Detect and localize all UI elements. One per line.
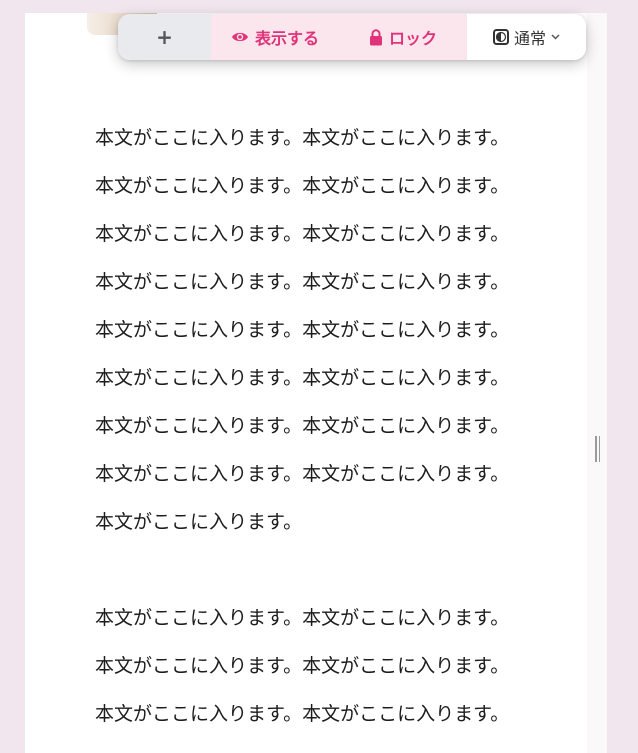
- lock-button[interactable]: ロック: [339, 14, 467, 60]
- grip-line: [595, 436, 597, 462]
- editor-canvas: 本文がここに入ります。本文がここに入ります。 本文がここに入ります。本文がここに…: [25, 13, 587, 753]
- text-line: 本文がここに入ります。本文がここに入ります。: [95, 319, 510, 341]
- lock-icon: [369, 28, 383, 46]
- text-line: 本文がここに入ります。本文がここに入ります。: [95, 463, 510, 485]
- add-button[interactable]: +: [118, 14, 211, 60]
- text-line: 本文がここに入ります。本文がここに入ります。: [95, 223, 510, 245]
- lock-label: ロック: [388, 29, 437, 48]
- chevron-down-icon: [551, 34, 560, 40]
- text-line: 本文がここに入ります。本文がここに入ります。: [95, 607, 510, 629]
- show-label: 表示する: [254, 29, 319, 48]
- floating-toolbar: + 表示する ロック 通常: [118, 14, 586, 60]
- text-content[interactable]: 本文がここに入ります。本文がここに入ります。 本文がここに入ります。本文がここに…: [95, 114, 587, 753]
- contrast-icon: [492, 29, 509, 45]
- paragraph[interactable]: 本文がここに入ります。本文がここに入ります。 本文がここに入ります。本文がここに…: [95, 594, 587, 738]
- show-button[interactable]: 表示する: [211, 14, 339, 60]
- add-label: +: [156, 25, 173, 49]
- grip-line: [598, 436, 600, 462]
- eye-icon: [231, 30, 249, 44]
- text-line: 本文がここに入ります。本文がここに入ります。: [95, 175, 510, 197]
- resize-handle[interactable]: [595, 436, 600, 462]
- text-line: 本文がここに入ります。: [95, 511, 303, 533]
- side-panel-edge: [587, 13, 607, 753]
- text-line: 本文がここに入ります。本文がここに入ります。: [95, 127, 510, 149]
- blend-mode-dropdown[interactable]: 通常: [467, 14, 586, 60]
- text-line: 本文がここに入ります。本文がここに入ります。: [95, 415, 510, 437]
- text-line: 本文がここに入ります。本文がここに入ります。: [95, 271, 510, 293]
- mode-label: 通常: [513, 29, 546, 48]
- text-line: 本文がここに入ります。本文がここに入ります。: [95, 703, 510, 725]
- text-line: 本文がここに入ります。本文がここに入ります。: [95, 367, 510, 389]
- paragraph[interactable]: 本文がここに入ります。本文がここに入ります。 本文がここに入ります。本文がここに…: [95, 114, 587, 546]
- text-line: 本文がここに入ります。本文がここに入ります。: [95, 655, 510, 677]
